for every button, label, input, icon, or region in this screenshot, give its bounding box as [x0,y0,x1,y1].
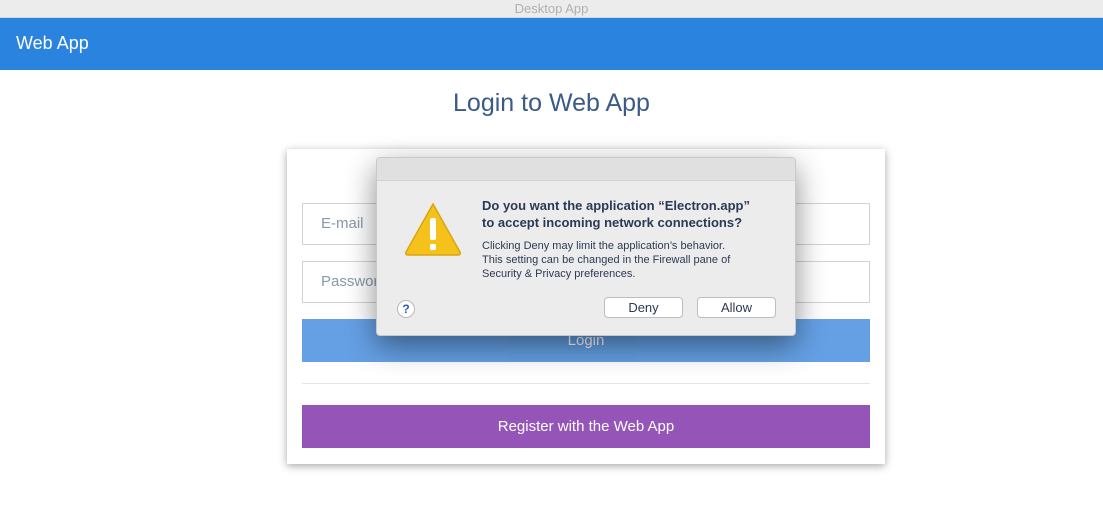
dialog-body-line: Clicking Deny may limit the application’… [482,240,726,252]
dialog-heading-line: to accept incoming network connections? [482,215,743,230]
navbar-brand[interactable]: Web App [16,33,89,54]
register-button[interactable]: Register with the Web App [302,405,870,448]
dialog-heading-line: Do you want the application “Electron.ap… [482,198,750,213]
divider [302,383,870,384]
dialog-heading: Do you want the application “Electron.ap… [482,197,782,231]
deny-button[interactable]: Deny [604,297,683,318]
dialog-titlebar [377,158,795,181]
page-title: Login to Web App [453,89,650,117]
warning-icon [405,202,461,256]
allow-button[interactable]: Allow [697,297,776,318]
help-button[interactable]: ? [397,300,415,318]
window-title: Desktop App [514,1,589,16]
dialog-body-line: Security & Privacy preferences. [482,268,636,280]
firewall-dialog: Do you want the application “Electron.ap… [376,157,796,336]
navbar: Web App [0,18,1103,70]
window-titlebar: Desktop App [0,0,1103,18]
email-placeholder: E-mail [321,215,364,232]
dialog-body: Clicking Deny may limit the application’… [482,239,782,281]
dialog-body-line: This setting can be changed in the Firew… [482,254,731,266]
